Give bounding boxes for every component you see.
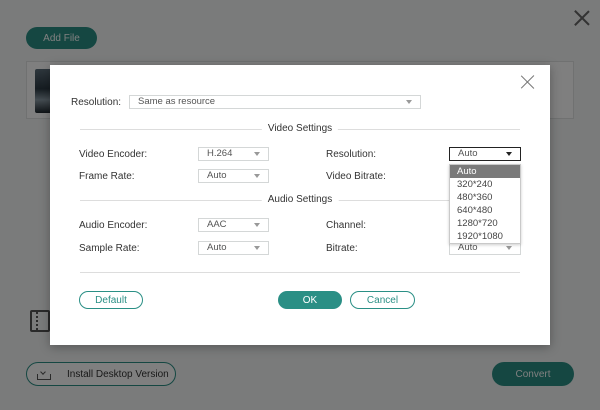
chevron-down-icon: [406, 100, 412, 104]
audio-encoder-value: AAC: [207, 219, 227, 230]
video-resolution-label: Resolution:: [326, 149, 377, 160]
frame-rate-value: Auto: [207, 170, 227, 181]
resolution-option[interactable]: 1920*1080: [450, 230, 520, 243]
close-icon[interactable]: [520, 74, 536, 90]
chevron-down-icon: [254, 223, 260, 227]
video-resolution-select[interactable]: Auto: [449, 147, 521, 161]
resolution-option[interactable]: 640*480: [450, 204, 520, 217]
video-bitrate-label: Video Bitrate:: [326, 171, 386, 182]
video-encoder-value: H.264: [207, 148, 233, 159]
video-settings-title: Video Settings: [261, 123, 339, 134]
sample-rate-value: Auto: [207, 242, 227, 253]
divider: [80, 272, 520, 273]
frame-rate-select[interactable]: Auto: [198, 169, 269, 183]
resolution-label: Resolution:: [71, 97, 122, 108]
resolution-select[interactable]: Same as resource: [129, 95, 421, 109]
chevron-down-icon: [254, 152, 260, 156]
default-button[interactable]: Default: [79, 291, 143, 309]
video-settings-header: Video Settings: [80, 123, 520, 135]
settings-dialog: Resolution: Same as resource Video Setti…: [50, 65, 550, 345]
chevron-down-icon: [254, 246, 260, 250]
chevron-down-icon: [254, 174, 260, 178]
sample-rate-label: Sample Rate:: [79, 243, 140, 254]
cancel-button[interactable]: Cancel: [350, 291, 415, 309]
audio-settings-title: Audio Settings: [261, 194, 339, 205]
resolution-option[interactable]: 320*240: [450, 178, 520, 191]
chevron-down-icon: [506, 246, 512, 250]
resolution-option[interactable]: Auto: [450, 165, 520, 178]
resolution-select-value: Same as resource: [138, 96, 216, 107]
audio-bitrate-label: Bitrate:: [326, 243, 358, 254]
video-resolution-value: Auto: [458, 148, 478, 159]
chevron-down-icon: [506, 152, 512, 156]
ok-button[interactable]: OK: [278, 291, 342, 309]
video-encoder-select[interactable]: H.264: [198, 147, 269, 161]
channel-label: Channel:: [326, 220, 367, 231]
frame-rate-label: Frame Rate:: [79, 171, 135, 182]
video-encoder-label: Video Encoder:: [79, 149, 148, 160]
resolution-option[interactable]: 480*360: [450, 191, 520, 204]
resolution-option[interactable]: 1280*720: [450, 217, 520, 230]
audio-encoder-label: Audio Encoder:: [79, 220, 148, 231]
sample-rate-select[interactable]: Auto: [198, 241, 269, 255]
audio-encoder-select[interactable]: AAC: [198, 218, 269, 232]
resolution-dropdown-list: Auto 320*240 480*360 640*480 1280*720 1920*10…: [449, 164, 521, 244]
